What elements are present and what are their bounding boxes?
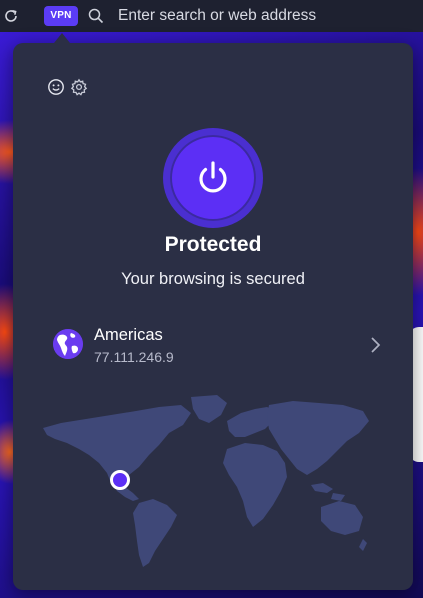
- vpn-badge-button[interactable]: VPN: [44, 6, 78, 26]
- reload-icon[interactable]: [2, 6, 20, 26]
- power-button-inner: [170, 135, 256, 221]
- status-subtitle: Your browsing is secured: [121, 270, 305, 288]
- map-indonesia: [311, 483, 345, 501]
- map-africa: [223, 443, 287, 527]
- map-greenland: [191, 395, 227, 423]
- chevron-right-icon[interactable]: [368, 335, 382, 355]
- vpn-popup: Protected Your browsing is secured Ameri…: [13, 43, 413, 590]
- ip-address: 77.111.246.9: [94, 349, 174, 365]
- power-icon: [199, 161, 227, 193]
- smiley-icon[interactable]: [47, 78, 65, 96]
- power-button[interactable]: [163, 128, 263, 228]
- map-new-zealand: [359, 539, 367, 551]
- address-input[interactable]: [112, 5, 423, 27]
- location-marker-icon: [110, 470, 130, 490]
- gear-icon[interactable]: [70, 78, 88, 96]
- address-bar: VPN: [0, 0, 423, 32]
- map-australia: [321, 501, 363, 535]
- globe-americas-icon: [53, 329, 83, 359]
- status-title: Protected: [164, 233, 262, 256]
- world-map: [41, 393, 371, 568]
- search-icon: [87, 7, 105, 25]
- popup-caret: [54, 33, 70, 43]
- location-name: Americas: [94, 326, 163, 344]
- map-south-america: [133, 499, 177, 567]
- location-selector[interactable]: Americas 77.111.246.9: [43, 319, 388, 371]
